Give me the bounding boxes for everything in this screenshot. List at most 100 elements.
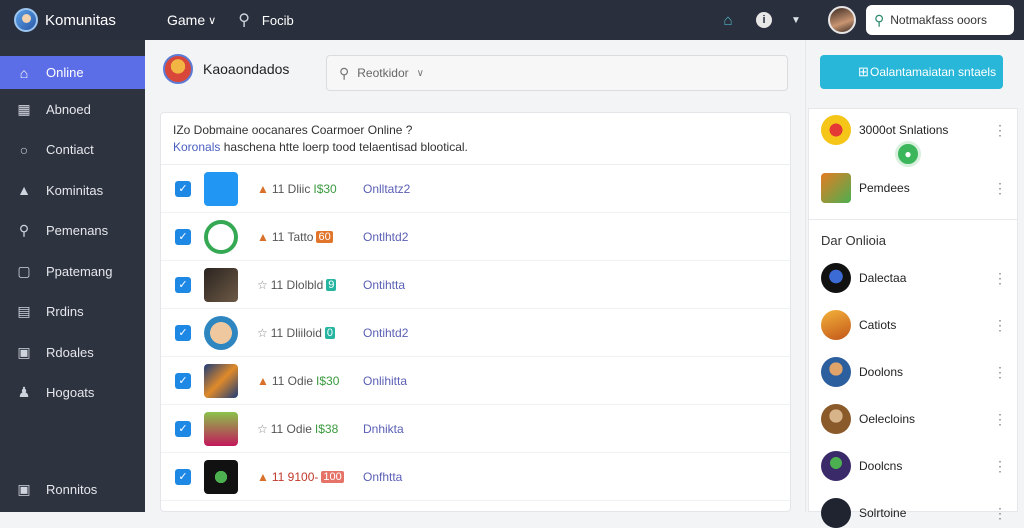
row-stat: ▲ 11 Odie I$30 xyxy=(257,373,340,388)
friend-item[interactable]: Oelecloins ⋮ xyxy=(821,404,1007,434)
friend-item[interactable]: Doolcns ⋮ xyxy=(821,451,1007,481)
friend-avatar xyxy=(821,263,851,293)
sidebar-item-online[interactable]: ⌂ Online xyxy=(0,56,145,89)
table-row[interactable]: ✓ ▲ 11 Tatto 60 Ontlhtd2 xyxy=(161,213,790,261)
sidebar-item-hogoats[interactable]: ♟ Hogoats xyxy=(0,373,145,414)
building-icon: ▦ xyxy=(17,100,31,117)
row-status: Ontihtta xyxy=(363,277,406,292)
game-thumbnail xyxy=(204,219,238,254)
sidebar-item-label: Ronnitos xyxy=(46,482,98,498)
top-search-input[interactable]: ⚲ Notmakfass ooors xyxy=(866,5,1014,35)
users-icon: ▣ xyxy=(17,481,31,498)
sidebar-item-abnoed[interactable]: ▦ Abnoed xyxy=(0,89,145,130)
table-row[interactable]: ✓ ▲ 11 Odie I$30 Onlihitta xyxy=(161,357,790,405)
triangle-icon: ▲ xyxy=(17,182,31,199)
folder-icon: ▣ xyxy=(17,343,31,360)
sidebar-item-label: Rrdins xyxy=(46,304,84,320)
main-search-input[interactable]: ⚲ Reotkidor ∨ xyxy=(326,55,788,91)
rank-icon: ▲ xyxy=(257,181,269,196)
rank-icon: ▲ xyxy=(257,469,269,484)
friend-item[interactable]: Pemdees ⋮ xyxy=(821,173,1007,203)
sidebar-item-rdoales[interactable]: ▣ Rdoales xyxy=(0,332,145,373)
friend-name: Catiots xyxy=(859,318,897,332)
table-row[interactable]: ✓ ▲ 11 Dliic I$30 Onlltatz2 xyxy=(161,165,790,213)
top-search-label[interactable]: Focib xyxy=(262,13,294,28)
row-checkbox[interactable]: ✓ xyxy=(175,372,191,389)
row-stat: ☆ 11 Odie I$38 xyxy=(257,421,339,436)
friend-avatar xyxy=(821,498,851,528)
star-icon: ☆ xyxy=(257,325,268,340)
sidebar-item-contiact[interactable]: ○ Contiact xyxy=(0,130,145,171)
main-content: Kaoaondados ⚲ Reotkidor ∨ IZo Dobmaine o… xyxy=(145,40,805,512)
main-search-placeholder: Reotkidor xyxy=(357,66,409,80)
row-status: Ontihtd2 xyxy=(363,325,409,340)
row-checkbox[interactable]: ✓ xyxy=(175,420,191,437)
more-options-icon[interactable]: ⋮ xyxy=(993,123,1007,137)
sidebar-item-ppatemang[interactable]: ▢ Ppatemang xyxy=(0,251,145,292)
row-checkbox[interactable]: ✓ xyxy=(175,228,191,245)
primary-action-button[interactable]: ⊞ Oalantamaiatan sntaels xyxy=(820,55,1003,89)
info-icon[interactable]: i xyxy=(756,12,772,28)
row-status: Dnhikta xyxy=(363,421,404,436)
sidebar-item-pemenans[interactable]: ⚲ Pemenans xyxy=(0,211,145,252)
row-stat: ▲ 11 Dliic I$30 xyxy=(257,181,337,196)
row-checkbox[interactable]: ✓ xyxy=(175,180,191,197)
friend-item[interactable]: Dalectaa ⋮ xyxy=(821,263,1007,293)
user-avatar[interactable] xyxy=(828,6,856,34)
game-thumbnail xyxy=(204,315,238,350)
row-checkbox[interactable]: ✓ xyxy=(175,324,191,341)
more-options-icon[interactable]: ⋮ xyxy=(993,506,1007,520)
table-row[interactable]: ✓ ☆ 11 Dliiloid 0 Ontihtd2 xyxy=(161,309,790,357)
chat-icon: ○ xyxy=(19,141,29,158)
table-row[interactable]: ✓ ▲ 11 9100- 100 Onfhtta xyxy=(161,453,790,501)
card-sub-link[interactable]: Koronals xyxy=(173,140,220,154)
row-checkbox[interactable]: ✓ xyxy=(175,468,191,485)
friend-avatar xyxy=(821,451,851,481)
home-icon: ⌂ xyxy=(19,64,29,81)
friend-item[interactable]: Doolons ⋮ xyxy=(821,357,1007,387)
game-thumbnail xyxy=(204,363,238,398)
table-row[interactable]: ✓ ☆ 11 Odie I$38 Dnhikta xyxy=(161,405,790,453)
games-menu[interactable]: Game ∨ xyxy=(167,12,216,28)
main-header: Kaoaondados xyxy=(163,54,289,84)
more-options-icon[interactable]: ⋮ xyxy=(993,271,1007,285)
friend-item[interactable]: Catiots ⋮ xyxy=(821,310,1007,340)
search-icon[interactable]: ⚲ xyxy=(238,10,250,30)
sidebar-item-rrdins[interactable]: ▤ Rrdins xyxy=(0,292,145,333)
game-thumbnail xyxy=(204,267,238,302)
more-options-icon[interactable]: ⋮ xyxy=(993,181,1007,195)
brand[interactable]: Komunitas xyxy=(0,8,145,32)
row-checkbox[interactable]: ✓ xyxy=(175,276,191,293)
more-options-icon[interactable]: ⋮ xyxy=(993,412,1007,426)
friend-avatar xyxy=(821,404,851,434)
sidebar-item-ronnitos[interactable]: ▣ Ronnitos xyxy=(0,470,145,511)
friend-name: Doolcns xyxy=(859,459,903,473)
top-bar: Komunitas Game ∨ ⚲ Focib ⌂ i ▼ ⚲ Notmakf… xyxy=(0,0,1024,40)
document-icon: ▢ xyxy=(17,262,31,279)
sidebar-item-label: Abnoed xyxy=(46,101,91,117)
more-options-icon[interactable]: ⋮ xyxy=(993,318,1007,332)
more-options-icon[interactable]: ⋮ xyxy=(993,459,1007,473)
sidebar-item-label: Ppatemang xyxy=(46,263,113,279)
card-subtitle: Koronals haschena htte loerp tood telaen… xyxy=(173,140,778,154)
chevron-down-icon: ∨ xyxy=(416,67,424,79)
friend-item[interactable]: 3000ot Snlations ⋮ xyxy=(821,115,1007,145)
sidebar: ⌂ Online ▦ Abnoed ○ Contiact ▲ Kominitas… xyxy=(0,40,145,512)
online-badge-icon: ● xyxy=(895,141,921,167)
sidebar-item-kominitas[interactable]: ▲ Kominitas xyxy=(0,170,145,211)
friend-item[interactable]: Solrtoine ⋮ xyxy=(821,498,1007,528)
friend-name: Dalectaa xyxy=(859,271,907,285)
primary-action-label: Oalantamaiatan sntaels xyxy=(870,65,997,79)
row-status: Onlihitta xyxy=(363,373,408,388)
search-icon: ⚲ xyxy=(18,222,30,239)
more-options-icon[interactable]: ⋮ xyxy=(993,365,1007,379)
home-icon[interactable]: ⌂ xyxy=(718,10,738,30)
table-row[interactable]: ✓ ☆ 11 Dlolbld 9 Ontihtta xyxy=(161,261,790,309)
row-stat: ▲ 11 Tatto 60 xyxy=(257,229,333,244)
star-icon: ☆ xyxy=(257,277,268,292)
star-icon: ☆ xyxy=(257,421,268,436)
caret-down-icon[interactable]: ▼ xyxy=(786,10,806,30)
sidebar-item-label: Contiact xyxy=(46,142,94,158)
card-sub-text: haschena htte loerp tood telaentisad blo… xyxy=(223,140,468,154)
community-avatar[interactable] xyxy=(163,54,193,84)
